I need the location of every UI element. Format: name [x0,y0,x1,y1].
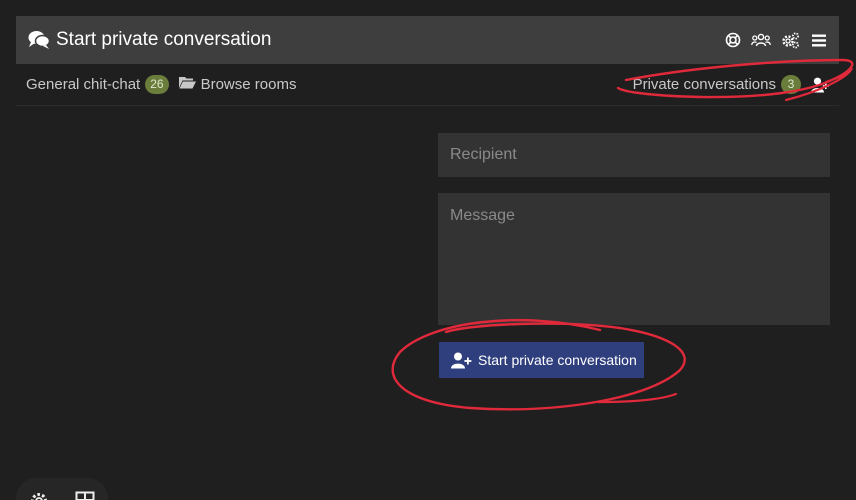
general-chat-link[interactable]: General chit-chat 26 [26,75,169,94]
subnav-right: Private conversations 3 [633,75,829,94]
message-textarea[interactable]: Message [438,193,830,325]
comments-icon [28,30,50,50]
users-icon[interactable] [751,32,771,49]
browse-rooms-link[interactable]: Browse rooms [178,76,297,93]
settings-icon[interactable] [29,491,49,500]
header-bar: Start private conversation [16,16,839,64]
page-title: Start private conversation [28,29,271,51]
start-button-label: Start private conversation [478,352,637,368]
user-plus-icon [451,352,472,369]
start-private-conversation-button[interactable]: Start private conversation [439,342,644,378]
recipient-placeholder: Recipient [450,146,517,163]
bottom-dock [16,478,108,500]
subnav-left: General chit-chat 26 Browse rooms [26,75,296,94]
private-conversations-count-badge: 3 [781,75,801,94]
help-ring-icon[interactable] [724,32,741,49]
private-conversations-label: Private conversations [632,76,776,93]
layout-icon[interactable] [75,491,95,500]
folder-open-icon [178,76,196,93]
recipient-input[interactable]: Recipient [438,133,830,177]
general-chat-label: General chit-chat [26,76,141,93]
header-icons [724,32,827,49]
private-conversations-link[interactable]: Private conversations 3 [633,75,801,94]
user-plus-icon[interactable] [811,77,829,93]
general-chat-count-badge: 26 [145,75,169,94]
menu-icon[interactable] [810,32,827,49]
settings-gears-icon[interactable] [781,32,800,49]
annotation-tail-start-button [596,392,678,404]
sub-navigation: General chit-chat 26 Browse rooms Privat… [16,64,839,106]
page: Start private conversation General chit-… [0,0,856,500]
message-placeholder: Message [450,207,515,224]
browse-rooms-label: Browse rooms [200,76,297,93]
page-title-text: Start private conversation [56,29,272,50]
